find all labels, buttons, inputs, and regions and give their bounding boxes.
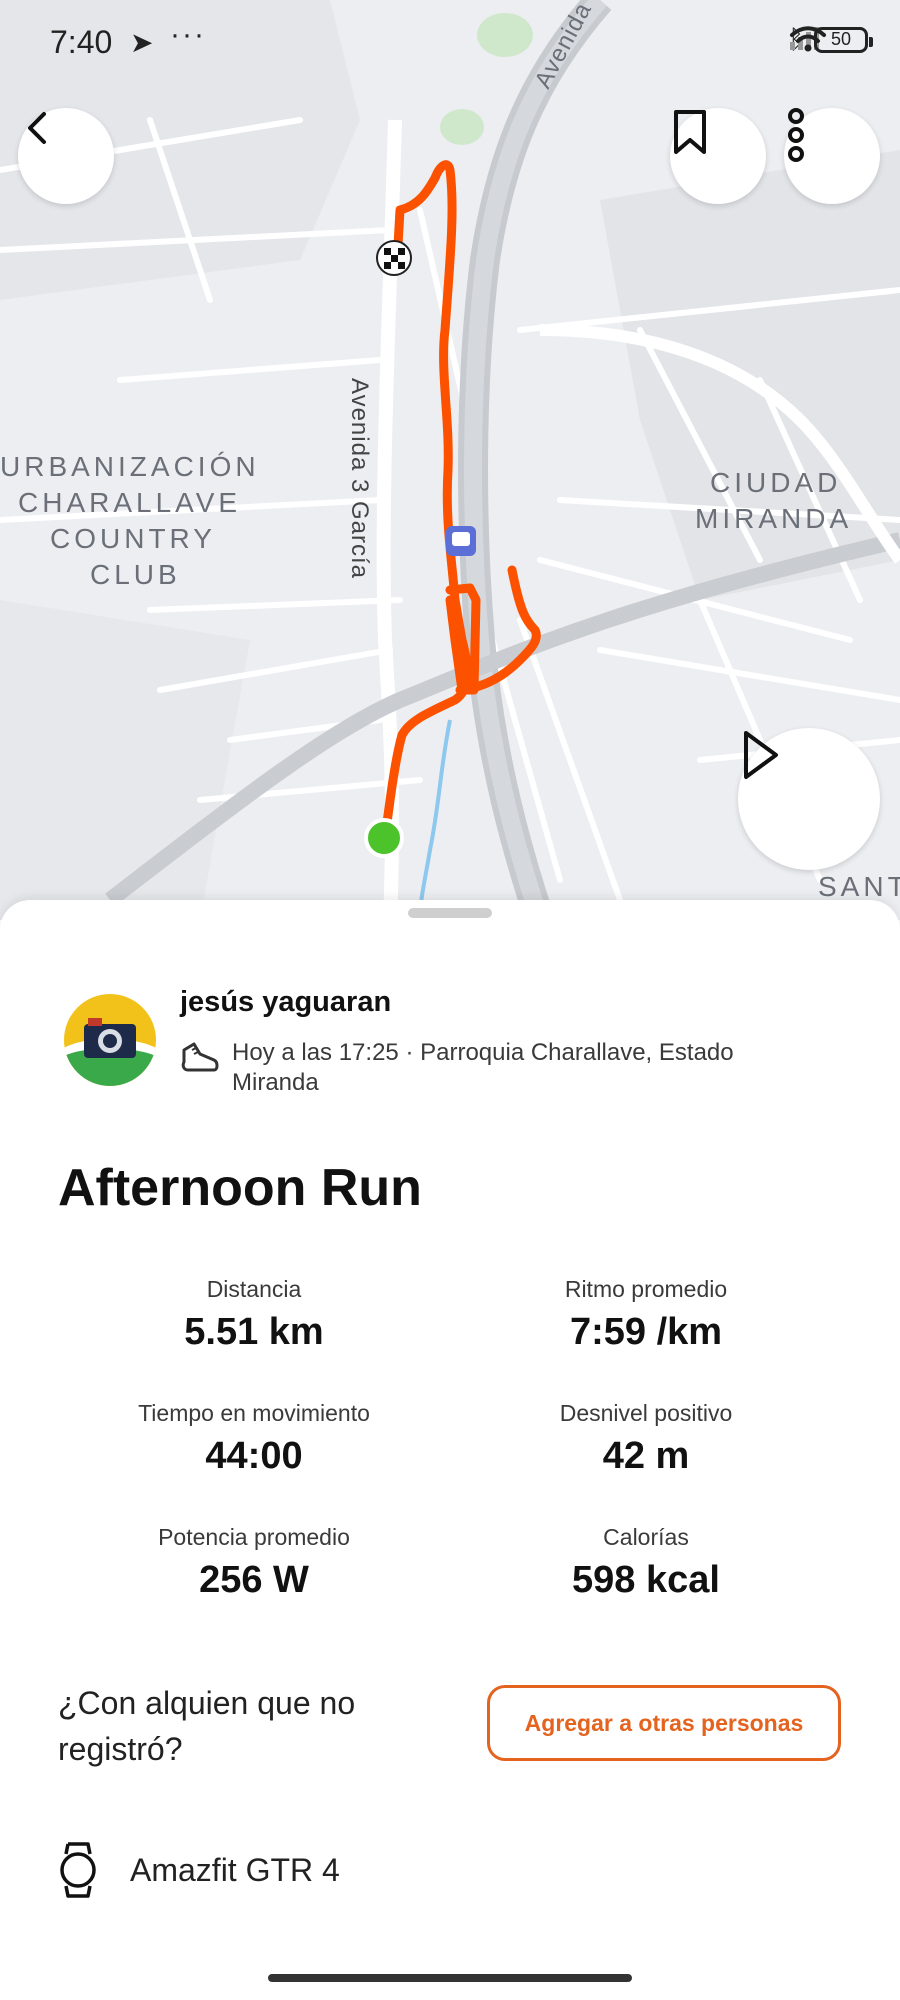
stat-label: Tiempo en movimiento [138,1400,370,1426]
stat-value: 598 kcal [572,1559,720,1601]
stat-value: 5.51 km [184,1311,324,1353]
stat-label: Desnivel positivo [559,1400,733,1426]
battery-level: 50 [830,29,852,49]
map-label-avenida-garcia: Avenida 3 García [346,378,373,579]
stat-value: 256 W [199,1559,309,1601]
activity-details-sheet: jesús yaguaran Hoy a las 17:25 · Parroqu… [0,900,900,2000]
finish-flag-icon [376,240,412,276]
device-row[interactable]: Amazfit GTR 4 [58,1840,340,1900]
stat-label: Ritmo promedio [564,1276,728,1302]
map-label-urbanizacion-2: CHARALLAVE [18,487,241,518]
navigation-arrow-icon: ➤ [130,27,154,58]
sheet-drag-handle[interactable] [408,908,492,918]
map-label-urbanizacion-4: CLUB [90,559,181,590]
battery-icon: 50 [814,26,873,53]
stat-label: Distancia [206,1276,302,1302]
device-name: Amazfit GTR 4 [130,1851,340,1888]
map-label-urbanizacion-3: COUNTRY [50,523,216,554]
stat-pace: Ritmo promedio 7:59 /km [466,1276,826,1354]
map-label-urbanizacion-1: URBANIZACIÓN [0,451,260,482]
running-shoe-icon [181,1042,219,1072]
chevron-left-icon [28,112,46,144]
back-button[interactable] [18,108,114,204]
avatar[interactable] [64,994,156,1086]
bookmark-icon [674,110,706,154]
activity-date-location: Hoy a las 17:25 · Parroquia Charallave, … [232,1039,734,1096]
activity-map[interactable]: Avenida Avenida 3 García URBANIZACIÓN CH… [0,0,900,920]
stat-label: Calorías [603,1524,689,1550]
status-bar: 7:40 ➤ ··· ᛒ 50 [0,0,900,90]
bookmark-button[interactable] [670,108,766,204]
home-indicator[interactable] [268,1974,632,1982]
play-icon [744,731,778,779]
athlete-name[interactable]: jesús yaguaran [180,986,391,1019]
stat-avg-power: Potencia promedio 256 W [74,1524,434,1602]
map-label-sant: SANT [818,871,900,902]
watch-icon [60,1842,96,1898]
stat-value: 42 m [602,1435,690,1477]
add-others-prompt: ¿Con alquien que no registró? [58,1685,356,1767]
stat-calories: Calorías 598 kcal [466,1524,826,1602]
activity-title: Afternoon Run [58,1159,422,1217]
map-label-miranda: MIRANDA [695,503,852,534]
avatar-image [64,994,156,1086]
map-label-ciudad: CIUDAD [710,467,841,498]
status-icons: ᛒ 50 [788,24,873,55]
stat-elevation-gain: Desnivel positivo 42 m [466,1400,826,1478]
flyover-play-button[interactable] [738,728,880,870]
stat-value: 44:00 [205,1435,303,1477]
more-notifications-icon: ··· [170,18,206,51]
more-vertical-icon [788,108,804,162]
stat-label: Potencia promedio [158,1524,350,1550]
add-others-button[interactable]: Agregar a otras personas [487,1685,841,1761]
start-marker-icon [364,818,404,858]
activity-meta: Hoy a las 17:25 · Parroquia Charallave, … [180,1038,800,1098]
stat-distance: Distancia 5.51 km [74,1276,434,1354]
stat-value: 7:59 /km [569,1311,723,1353]
more-options-button[interactable] [784,108,880,204]
stat-moving-time: Tiempo en movimiento 44:00 [74,1400,434,1478]
status-time: 7:40 [50,24,113,60]
